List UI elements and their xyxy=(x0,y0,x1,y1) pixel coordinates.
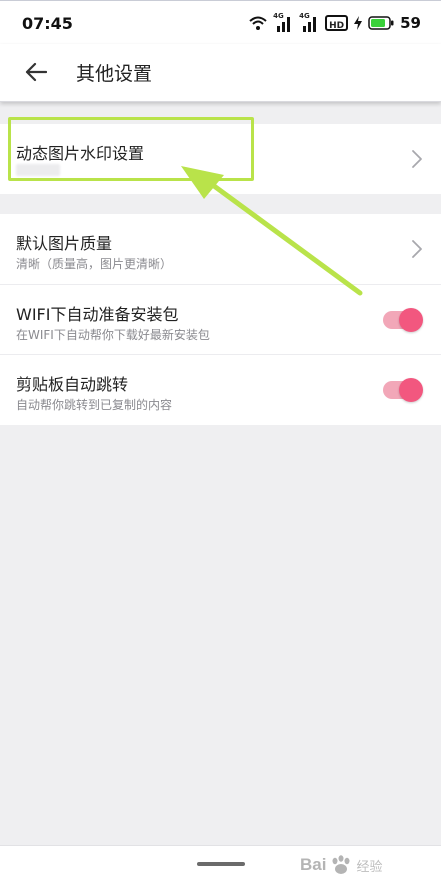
paw-icon xyxy=(332,855,350,874)
status-time: 07:45 xyxy=(22,14,73,33)
annotation-highlight-box xyxy=(8,117,254,181)
toggle-knob xyxy=(399,378,423,402)
chevron-right-icon xyxy=(412,240,422,258)
status-icons: 4G 4G HD 59 xyxy=(249,12,421,33)
settings-item-subtitle: 清晰（质量高，图片更清晰） xyxy=(16,257,173,271)
back-button[interactable] xyxy=(14,50,58,94)
signal-icon-2: 4G xyxy=(299,12,319,32)
watermark-sub: 经验 xyxy=(356,859,383,875)
hd-icon: HD xyxy=(325,15,349,31)
nav-bar: 其他设置 xyxy=(0,44,441,102)
charging-icon xyxy=(354,16,363,30)
settings-item-clipboard-jump: 剪贴板自动跳转 自动帮你跳转到已复制的内容 xyxy=(0,354,441,424)
battery-icon xyxy=(368,16,394,30)
settings-item-title: 剪贴板自动跳转 xyxy=(16,375,129,394)
wifi-download-toggle[interactable] xyxy=(383,308,423,332)
home-indicator[interactable] xyxy=(197,862,245,866)
settings-item-image-quality[interactable]: 默认图片质量 清晰（质量高，图片更清晰） xyxy=(0,214,441,284)
page-title: 其他设置 xyxy=(76,63,153,85)
site-watermark: Bai 经验 xyxy=(300,855,382,875)
wifi-icon xyxy=(249,16,267,30)
clipboard-jump-toggle[interactable] xyxy=(383,378,423,402)
hd-label: HD xyxy=(329,21,345,31)
settings-item-title: 默认图片质量 xyxy=(16,234,113,253)
settings-item-subtitle: 自动帮你跳转到已复制的内容 xyxy=(16,398,173,412)
settings-item-title: WIFI下自动准备安装包 xyxy=(16,305,179,324)
back-arrow-icon xyxy=(25,62,47,82)
chevron-right-icon xyxy=(412,150,422,168)
settings-item-wifi-download: WIFI下自动准备安装包 在WIFI下自动帮你下载好最新安装包 xyxy=(0,284,441,354)
settings-item-subtitle: 在WIFI下自动帮你下载好最新安装包 xyxy=(16,328,210,342)
toggle-knob xyxy=(399,308,423,332)
status-bar: 07:45 4G 4G HD 59 xyxy=(0,0,441,44)
watermark-brand: Bai xyxy=(300,855,327,874)
signal-icon-1: 4G xyxy=(273,12,293,32)
settings-card-general: 默认图片质量 清晰（质量高，图片更清晰） WIFI下自动准备安装包 在WIFI下… xyxy=(0,214,441,425)
battery-percent: 59 xyxy=(400,14,421,32)
